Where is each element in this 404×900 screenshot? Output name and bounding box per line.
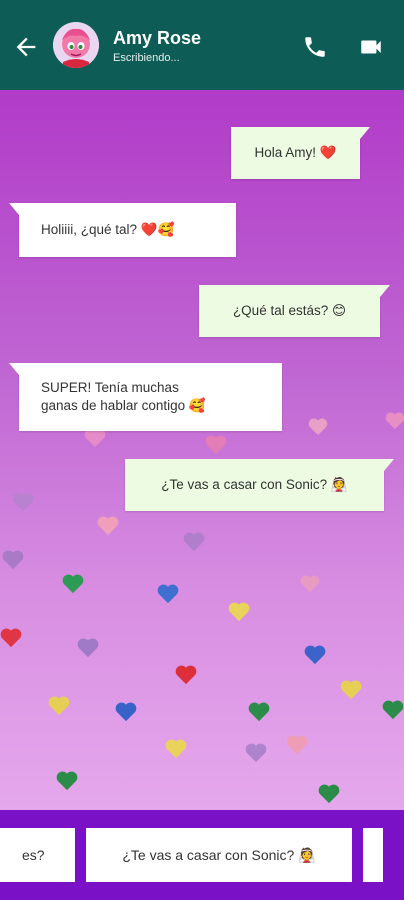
heart-icon bbox=[2, 550, 24, 570]
heart-icon bbox=[205, 435, 227, 455]
message-text: ¿Qué tal estás? 😊 bbox=[232, 303, 347, 318]
message-incoming: SUPER! Tenía muchas ganas de hablar cont… bbox=[9, 363, 282, 431]
heart-icon bbox=[84, 428, 106, 448]
message-outgoing: ¿Te vas a casar con Sonic? 👰 bbox=[125, 459, 394, 511]
heart-icon bbox=[300, 575, 320, 593]
heart-icon bbox=[62, 574, 84, 594]
heart-icon bbox=[382, 700, 404, 720]
typing-status: Escribiendo... bbox=[113, 52, 180, 64]
heart-icon bbox=[340, 680, 362, 700]
message-text-line: SUPER! Tenía muchas bbox=[41, 380, 179, 395]
heart-icon bbox=[56, 771, 78, 791]
heart-icon bbox=[175, 665, 197, 685]
reply-option-label: es? bbox=[22, 847, 45, 863]
heart-icon bbox=[385, 412, 404, 430]
phone-icon[interactable] bbox=[302, 34, 328, 60]
message-text: Hola Amy! ❤️ bbox=[254, 145, 337, 160]
heart-icon bbox=[245, 743, 267, 763]
heart-icon bbox=[0, 628, 22, 648]
chat-area[interactable]: Hola Amy! ❤️ Holiiii, ¿qué tal? ❤️🥰 ¿Qué… bbox=[0, 90, 404, 810]
message-text: Holiiii, ¿qué tal? ❤️🥰 bbox=[41, 222, 175, 237]
heart-icon bbox=[115, 702, 137, 722]
reply-option-label: ¿Te vas a casar con Sonic? 👰 bbox=[122, 846, 316, 863]
heart-icon bbox=[183, 532, 205, 552]
heart-icon bbox=[286, 735, 308, 755]
message-incoming: Holiiii, ¿qué tal? ❤️🥰 bbox=[9, 203, 236, 257]
back-arrow-icon[interactable] bbox=[12, 33, 40, 61]
heart-icon bbox=[304, 645, 326, 665]
contact-avatar[interactable] bbox=[53, 22, 99, 68]
message-outgoing: ¿Qué tal estás? 😊 bbox=[199, 285, 390, 337]
heart-icon bbox=[157, 584, 179, 604]
message-outgoing: Hola Amy! ❤️ bbox=[231, 127, 370, 179]
heart-icon bbox=[228, 602, 250, 622]
reply-options-bar: es? ¿Te vas a casar con Sonic? 👰 bbox=[0, 810, 404, 900]
heart-icon bbox=[318, 784, 340, 804]
message-text-line: ganas de hablar contigo 🥰 bbox=[41, 398, 206, 413]
reply-option-selected[interactable]: ¿Te vas a casar con Sonic? 👰 bbox=[86, 828, 352, 882]
video-call-icon[interactable] bbox=[358, 34, 384, 60]
contact-name[interactable]: Amy Rose bbox=[113, 28, 201, 49]
heart-icon bbox=[77, 638, 99, 658]
heart-icon bbox=[48, 696, 70, 716]
chat-header: Amy Rose Escribiendo... bbox=[0, 0, 404, 90]
heart-icon bbox=[97, 516, 119, 536]
heart-icon bbox=[12, 492, 34, 512]
message-text: ¿Te vas a casar con Sonic? 👰 bbox=[161, 477, 348, 492]
heart-icon bbox=[248, 702, 270, 722]
reply-option[interactable]: es? bbox=[0, 828, 75, 882]
heart-icon bbox=[165, 739, 187, 759]
reply-option[interactable] bbox=[363, 828, 383, 882]
heart-icon bbox=[308, 418, 328, 436]
